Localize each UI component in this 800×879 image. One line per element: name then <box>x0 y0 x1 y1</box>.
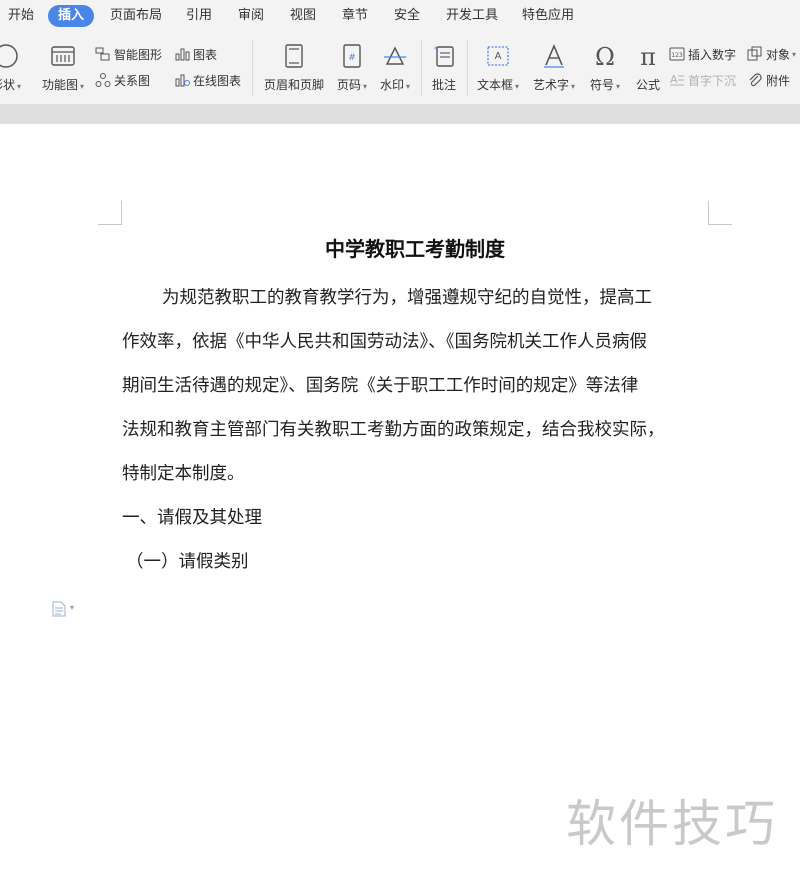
header-footer-icon <box>285 44 303 68</box>
text-box-icon: A <box>487 46 509 66</box>
text-box-button[interactable]: A 文本框 ▾ <box>472 42 524 93</box>
pi-icon: π <box>640 43 656 70</box>
chevron-down-icon: ▾ <box>616 82 621 91</box>
bar-chart-icon <box>175 48 190 61</box>
watermark-text: 软件技巧 <box>566 795 778 853</box>
insert-number-button[interactable]: 123 插入数字 <box>669 44 736 64</box>
symbol-button[interactable]: Ω 符号 ▾ <box>585 42 625 93</box>
chevron-down-icon: ▾ <box>80 82 85 91</box>
page-number-button[interactable]: # 页码 ▾ <box>333 42 371 93</box>
document-line: 特制定本制度。 <box>122 464 245 484</box>
relation-chart-button[interactable]: 关系图 <box>95 70 150 90</box>
tab-view[interactable]: 视图 <box>290 5 316 27</box>
drop-cap-button[interactable]: A 首字下沉 <box>669 70 736 90</box>
svg-text:Ω: Ω <box>595 43 615 70</box>
page-number-icon: # <box>343 44 361 68</box>
subsection-heading: （一）请假类别 <box>126 552 249 572</box>
drop-cap-icon: A <box>670 73 684 86</box>
tab-developer-tools[interactable]: 开发工具 <box>446 5 498 27</box>
chevron-down-icon[interactable]: ▾ <box>70 603 74 612</box>
smart-art-icon <box>95 47 110 61</box>
shape-icon <box>0 44 18 68</box>
ribbon-separator <box>252 40 253 96</box>
comment-button[interactable]: * 批注 <box>426 42 462 93</box>
page-margin-corner <box>98 201 122 225</box>
attachment-button[interactable]: 附件 <box>747 70 790 90</box>
chevron-down-icon: ▾ <box>571 82 576 91</box>
tab-home[interactable]: 开始 <box>8 5 34 27</box>
online-chart-icon <box>175 74 190 87</box>
watermark-button[interactable]: 水印 ▾ <box>376 42 414 93</box>
watermark-icon <box>384 46 406 65</box>
ruler-area <box>0 104 800 124</box>
tab-special-apps[interactable]: 特色应用 <box>522 5 574 27</box>
object-icon <box>747 46 762 61</box>
document-line: 作效率，依据《中华人民共和国劳动法》、《国务院机关工作人员病假 <box>122 332 647 352</box>
svg-text:*: * <box>434 45 438 54</box>
svg-text:π: π <box>640 43 656 70</box>
svg-text:A: A <box>495 51 502 62</box>
paragraph-layout-icon[interactable] <box>52 601 66 617</box>
tab-insert[interactable]: 插入 <box>48 5 95 27</box>
tab-section[interactable]: 章节 <box>342 5 368 27</box>
svg-text:A: A <box>670 73 678 86</box>
word-art-button[interactable]: 艺术字 ▾ <box>529 42 579 93</box>
chevron-down-icon: ▾ <box>792 49 797 59</box>
ribbon-separator <box>467 40 468 96</box>
page-margin-corner <box>708 201 732 225</box>
chart-button[interactable]: 图表 <box>174 44 217 64</box>
online-chart-button[interactable]: 在线图表 <box>174 70 241 90</box>
document-line: 法规和教育主管部门有关教职工考勤方面的政策规定，结合我校实际， <box>122 420 665 440</box>
svg-text:123: 123 <box>671 52 683 59</box>
tab-security[interactable]: 安全 <box>394 5 420 27</box>
header-footer-button[interactable]: 页眉和页脚 <box>259 42 329 93</box>
chevron-down-icon: ▾ <box>363 82 368 91</box>
function-chart-icon <box>51 46 75 66</box>
chevron-down-icon: ▾ <box>515 82 520 91</box>
ribbon-toolbar: 形状▾ 功能图▾ 智能图形 关系图 <box>0 32 800 104</box>
document-line: 期间生活待遇的规定》、国务院《关于职工工作时间的规定》等法律 <box>122 376 639 396</box>
function-chart-button[interactable]: 功能图 ▾ <box>37 42 89 93</box>
document-line: 为规范教职工的教育教学行为，增强遵规守纪的自觉性，提高工 <box>162 288 652 308</box>
document-title: 中学教职工考勤制度 <box>325 237 505 261</box>
omega-icon: Ω <box>595 43 615 70</box>
menu-bar: 开始 插入 页面布局 引用 审阅 视图 章节 安全 开发工具 特色应用 <box>0 0 800 32</box>
paperclip-icon <box>749 73 762 87</box>
word-art-icon <box>544 43 564 68</box>
document-body[interactable]: 为规范教职工的教育教学行为，增强遵规守纪的自觉性，提高工 作效率，依据《中华人民… <box>122 276 722 584</box>
tab-review[interactable]: 审阅 <box>238 5 264 27</box>
svg-text:#: # <box>348 53 356 63</box>
number-icon: 123 <box>669 47 685 61</box>
section-heading: 一、请假及其处理 <box>122 508 262 528</box>
comment-icon: * <box>434 45 454 67</box>
tab-page-layout[interactable]: 页面布局 <box>110 5 162 27</box>
ribbon-separator <box>421 40 422 96</box>
relation-chart-icon <box>95 73 111 87</box>
tab-references[interactable]: 引用 <box>186 5 212 27</box>
shape-button[interactable]: 形状▾ <box>0 42 26 93</box>
smart-art-button[interactable]: 智能图形 <box>95 44 162 64</box>
formula-button[interactable]: π 公式 <box>630 42 666 93</box>
chevron-down-icon: ▾ <box>17 82 22 91</box>
object-button[interactable]: 对象 ▾ <box>747 44 796 64</box>
chevron-down-icon: ▾ <box>406 82 411 91</box>
